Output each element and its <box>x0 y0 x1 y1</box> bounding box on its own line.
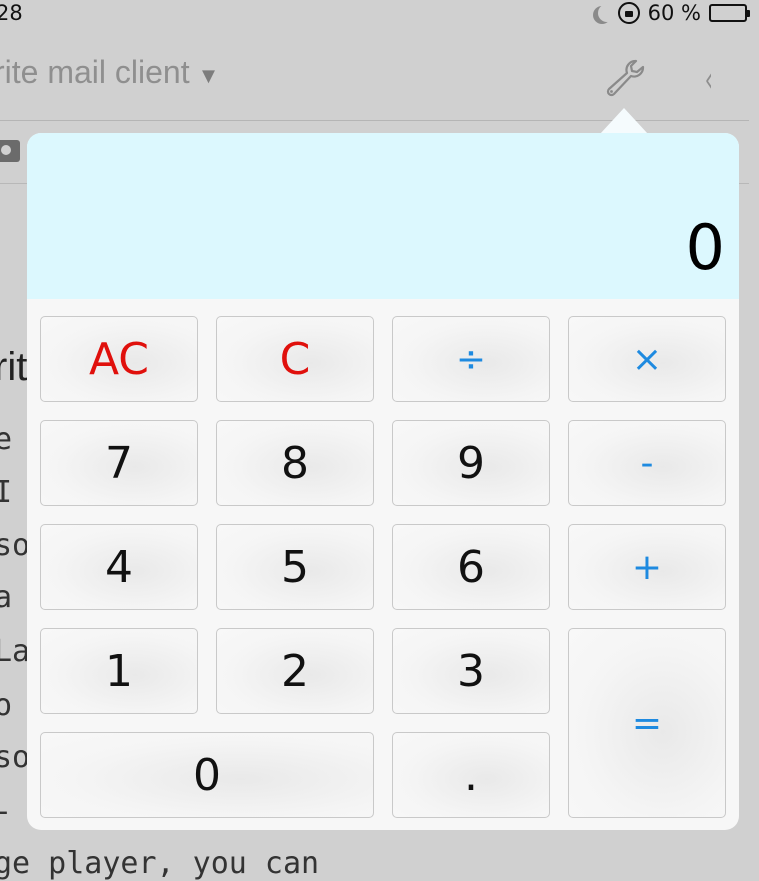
bg-text-line: - <box>0 794 12 829</box>
digit-9-button[interactable]: 9 <box>392 420 550 506</box>
camera-icon <box>0 140 20 162</box>
status-time: 28 <box>0 1 23 25</box>
nav-title[interactable]: rite mail client ▼ <box>0 54 219 91</box>
digit-4-button[interactable]: 4 <box>40 524 198 610</box>
battery-percent: 60 % <box>647 1 701 25</box>
do-not-disturb-icon <box>598 4 616 22</box>
rotation-lock-icon <box>617 2 640 24</box>
digit-2-button[interactable]: 2 <box>216 628 374 714</box>
digit-3-button[interactable]: 3 <box>392 628 550 714</box>
digit-5-button[interactable]: 5 <box>216 524 374 610</box>
bg-heading: rit <box>0 345 28 389</box>
equals-button[interactable]: = <box>568 628 726 818</box>
display-value: 0 <box>685 211 725 284</box>
popover-arrow <box>600 108 648 134</box>
all-clear-button[interactable]: AC <box>40 316 198 402</box>
bg-text-line: I <box>0 475 13 510</box>
minus-button[interactable]: - <box>568 420 726 506</box>
bg-text-line: e <box>0 422 13 457</box>
plus-button[interactable]: + <box>568 524 726 610</box>
chevron-down-icon: ▼ <box>197 63 220 88</box>
bg-text-line: ge player, you can <box>0 846 320 881</box>
digit-0-button[interactable]: 0 <box>40 732 374 818</box>
digit-1-button[interactable]: 1 <box>40 628 198 714</box>
multiply-button[interactable]: × <box>568 316 726 402</box>
wrench-icon[interactable] <box>600 58 646 98</box>
battery-icon <box>709 4 750 22</box>
divide-button[interactable]: ÷ <box>392 316 550 402</box>
digit-8-button[interactable]: 8 <box>216 420 374 506</box>
bg-text-line: o <box>0 688 13 723</box>
calculator-display: 0 <box>27 133 739 299</box>
digit-7-button[interactable]: 7 <box>40 420 198 506</box>
digit-6-button[interactable]: 6 <box>392 524 550 610</box>
clear-button[interactable]: C <box>216 316 374 402</box>
bg-text-line: a <box>0 580 13 615</box>
status-bar: 28 60 % <box>0 0 759 28</box>
bg-text-line: so <box>0 528 31 563</box>
decimal-button[interactable]: . <box>392 732 550 818</box>
status-icons: 60 % <box>592 1 750 25</box>
bg-text-line: so <box>0 740 31 775</box>
bg-text-line: La <box>0 634 31 669</box>
nav-title-text: rite mail client <box>0 54 190 90</box>
back-chevron-icon[interactable]: ‹ <box>705 60 713 100</box>
calculator-popover: 0 AC C ÷ × 7 8 9 - 4 5 6 + 1 2 3 = 0 . <box>27 133 739 830</box>
